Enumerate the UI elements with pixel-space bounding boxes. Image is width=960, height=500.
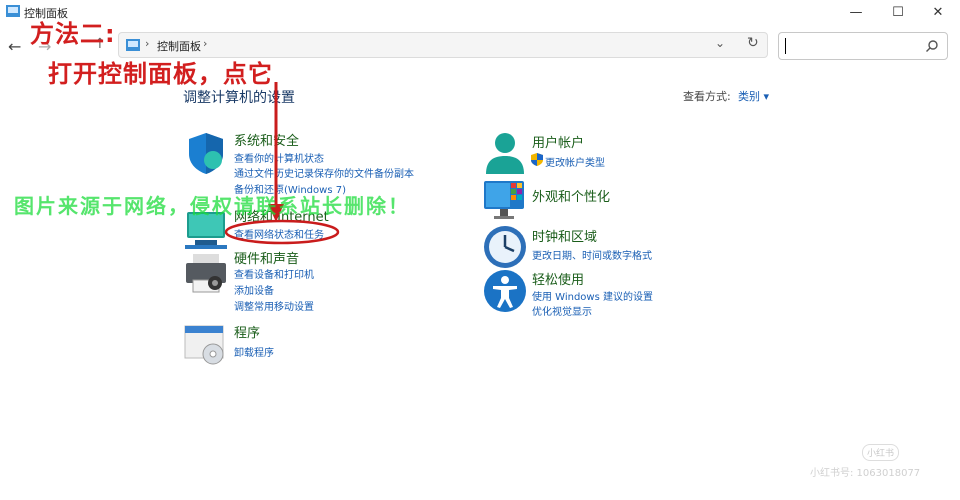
- maximize-button[interactable]: ☐: [878, 0, 918, 24]
- link-devices-printers[interactable]: 查看设备和打印机: [234, 266, 314, 281]
- view-by-dropdown[interactable]: 类别 ▾: [738, 88, 769, 104]
- page-title: 调整计算机的设置: [183, 90, 295, 106]
- breadcrumb-control-panel[interactable]: 控制面板: [157, 38, 201, 54]
- link-optimize-visual-display[interactable]: 优化视觉显示: [532, 303, 592, 318]
- link-change-account-type[interactable]: 更改帐户类型: [545, 154, 605, 169]
- accessibility-icon[interactable]: [482, 268, 528, 314]
- annotation-method-two: 方法二:: [30, 20, 116, 48]
- annotation-open-control-panel: 打开控制面板，点它: [48, 60, 273, 88]
- category-appearance[interactable]: 外观和个性化: [532, 186, 610, 205]
- source-id-text: 小红书号: 1063018077: [810, 468, 921, 479]
- control-panel-icon: [126, 39, 140, 51]
- shield-icon[interactable]: [183, 130, 229, 176]
- minimize-button[interactable]: —: [836, 0, 876, 24]
- printer-icon[interactable]: [183, 250, 229, 296]
- search-input[interactable]: [778, 32, 948, 60]
- title-bar: 控制面板 — ☐ ✕: [0, 0, 960, 24]
- view-by-label: 查看方式:: [683, 90, 731, 103]
- control-panel-icon: [6, 5, 20, 17]
- category-hardware-sound[interactable]: 硬件和声音: [234, 248, 299, 267]
- chevron-down-icon[interactable]: ⌄: [715, 36, 725, 50]
- source-badge: 小红书: [862, 444, 900, 461]
- link-file-history[interactable]: 通过文件历史记录保存你的文件备份副本: [234, 165, 414, 180]
- category-clock-region[interactable]: 时钟和区域: [532, 226, 597, 245]
- uac-shield-icon: [531, 153, 543, 166]
- link-windows-suggested-settings[interactable]: 使用 Windows 建议的设置: [532, 288, 653, 303]
- monitor-icon[interactable]: [482, 178, 528, 224]
- back-arrow-icon[interactable]: ←: [8, 37, 21, 56]
- breadcrumb-separator[interactable]: ›: [145, 37, 149, 50]
- link-network-status[interactable]: 查看网络状态和任务: [234, 226, 324, 241]
- text-caret: [785, 38, 786, 54]
- category-system-security[interactable]: 系统和安全: [234, 130, 299, 149]
- link-view-computer-status[interactable]: 查看你的计算机状态: [234, 150, 324, 165]
- category-user-accounts[interactable]: 用户帐户: [532, 132, 584, 151]
- category-programs[interactable]: 程序: [234, 322, 260, 341]
- link-change-date-time-format[interactable]: 更改日期、时间或数字格式: [532, 247, 652, 262]
- category-ease-of-access[interactable]: 轻松使用: [532, 269, 584, 288]
- clock-icon[interactable]: [482, 224, 528, 270]
- link-uninstall-program[interactable]: 卸载程序: [234, 344, 274, 359]
- breadcrumb-separator[interactable]: ›: [203, 37, 207, 50]
- link-add-device[interactable]: 添加设备: [234, 282, 274, 297]
- link-mobility-settings[interactable]: 调整常用移动设置: [234, 298, 314, 313]
- search-icon[interactable]: [925, 39, 939, 53]
- user-icon[interactable]: [482, 130, 528, 176]
- watermark-text: 图片来源于网络，侵权请联系站长删除！: [14, 194, 410, 218]
- refresh-icon[interactable]: ↻: [747, 35, 759, 51]
- close-button[interactable]: ✕: [918, 0, 958, 24]
- programs-icon[interactable]: [183, 322, 229, 368]
